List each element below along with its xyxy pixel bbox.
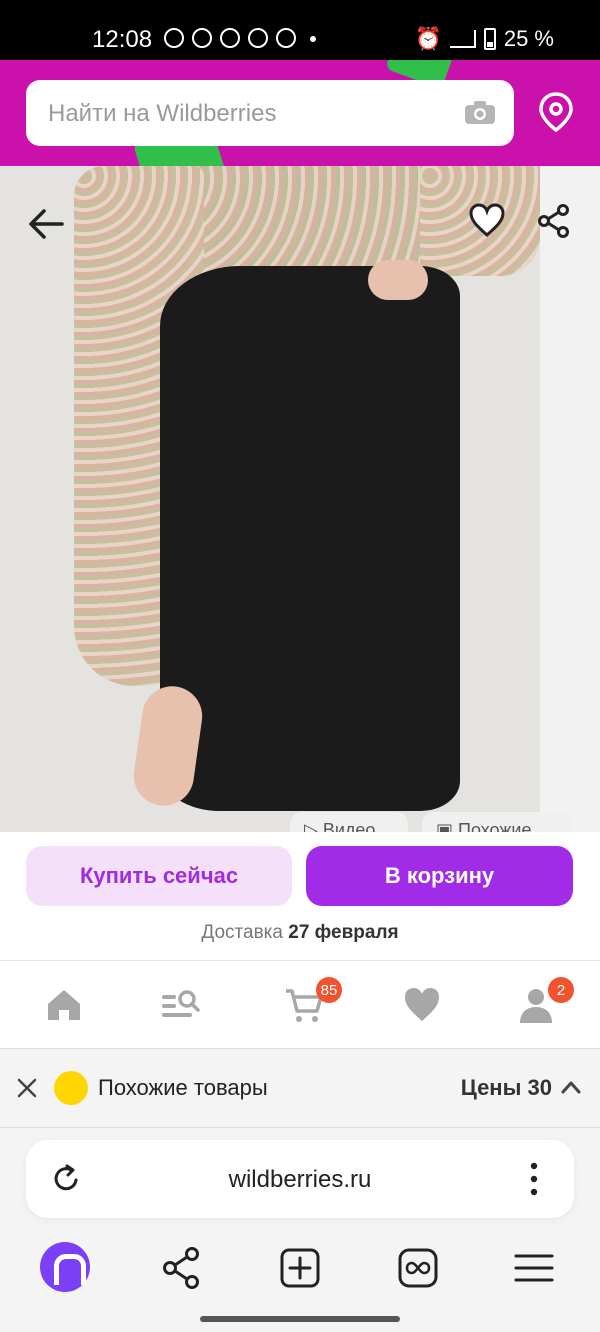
close-icon[interactable] bbox=[16, 1077, 38, 1099]
more-notifications-icon bbox=[310, 36, 316, 42]
share-icon[interactable] bbox=[158, 1244, 206, 1292]
similar-products-label: Похожие товары bbox=[98, 1075, 268, 1100]
location-pin-icon[interactable] bbox=[538, 92, 574, 132]
battery-percent: 25 % bbox=[503, 26, 554, 51]
add-to-cart-button[interactable]: В корзину bbox=[306, 846, 573, 906]
whatsapp-icon bbox=[164, 28, 184, 48]
similar-products-bar[interactable]: Похожие товары Цены 30 bbox=[0, 1048, 600, 1128]
viber-icon bbox=[276, 28, 296, 48]
url-text: wildberries.ru bbox=[228, 1166, 372, 1193]
telegram-icon bbox=[192, 28, 212, 48]
signal-icon bbox=[449, 30, 476, 48]
market-logo-icon bbox=[54, 1071, 88, 1105]
home-indicator[interactable] bbox=[200, 1316, 400, 1322]
favorites-heart-icon[interactable] bbox=[402, 985, 442, 1025]
home-icon[interactable] bbox=[44, 985, 84, 1025]
delivery-date: 27 февраля bbox=[288, 922, 399, 943]
url-bar[interactable]: wildberries.ru bbox=[26, 1140, 574, 1218]
search-input[interactable]: Найти на Wildberries bbox=[26, 80, 514, 146]
search-header: Найти на Wildberries bbox=[0, 60, 600, 166]
share-icon[interactable] bbox=[538, 204, 570, 238]
heart-notification-icon bbox=[220, 28, 240, 48]
delivery-info: Доставка 27 февраля bbox=[0, 922, 600, 944]
cart-badge: 85 bbox=[316, 977, 342, 1003]
tabs-icon[interactable] bbox=[394, 1244, 442, 1292]
notification-icons bbox=[164, 28, 316, 48]
delivery-prefix: Доставка bbox=[201, 922, 283, 943]
menu-icon[interactable] bbox=[510, 1244, 558, 1292]
image-hand bbox=[368, 260, 428, 300]
profile-nav-item[interactable]: 2 bbox=[516, 977, 574, 1025]
product-image[interactable]: ▷ Видео ▣ Похожие bbox=[0, 166, 600, 832]
search-placeholder: Найти на Wildberries bbox=[48, 100, 277, 127]
similar-chip[interactable]: ▣ Похожие bbox=[422, 812, 572, 832]
new-tab-icon[interactable] bbox=[276, 1244, 324, 1292]
image-background bbox=[540, 166, 600, 832]
alarm-icon: ⏰ bbox=[414, 26, 442, 51]
buy-bar: Купить сейчас В корзину Доставка 27 февр… bbox=[0, 832, 600, 960]
more-vertical-icon[interactable] bbox=[530, 1162, 538, 1196]
video-chip[interactable]: ▷ Видео bbox=[290, 812, 408, 832]
status-time: 12:08 bbox=[92, 26, 153, 53]
buy-now-button[interactable]: Купить сейчас bbox=[26, 846, 292, 906]
back-arrow-icon[interactable] bbox=[26, 204, 66, 244]
battery-icon bbox=[483, 28, 496, 50]
favorite-heart-icon[interactable] bbox=[468, 202, 506, 238]
catalog-search-icon[interactable] bbox=[160, 985, 200, 1025]
cart-nav-item[interactable]: 85 bbox=[284, 977, 342, 1025]
camera-icon[interactable] bbox=[464, 101, 496, 125]
bottom-nav: 85 2 bbox=[0, 960, 600, 1048]
status-right: ⏰ 25 % bbox=[414, 26, 554, 52]
tiktok-icon bbox=[248, 28, 268, 48]
image-skirt bbox=[160, 266, 460, 811]
browser-chrome: wildberries.ru bbox=[0, 1128, 600, 1332]
chevron-up-icon[interactable] bbox=[560, 1079, 582, 1095]
profile-badge: 2 bbox=[548, 977, 574, 1003]
prices-label: Цены bbox=[460, 1075, 522, 1100]
status-bar: 12:08 ⏰ 25 % bbox=[0, 0, 600, 60]
prices-number: 30 bbox=[527, 1075, 552, 1100]
alice-assistant-icon[interactable] bbox=[40, 1242, 90, 1292]
prices-count[interactable]: Цены 30 bbox=[461, 1075, 552, 1101]
